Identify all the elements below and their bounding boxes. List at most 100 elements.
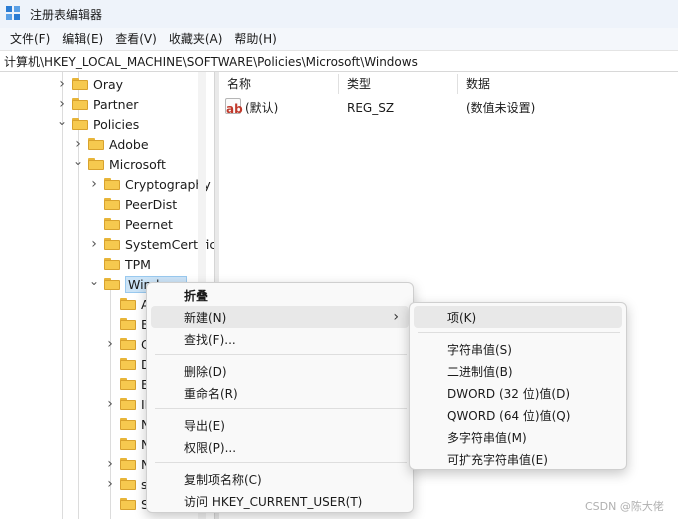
value-type: REG_SZ [347,101,395,115]
tree-node[interactable]: N [104,434,150,454]
menu-separator [418,332,620,333]
folder-icon [120,418,136,430]
folder-icon [120,398,136,410]
menu-edit[interactable]: 编辑(E) [56,28,109,50]
chevron-right-icon[interactable]: › [56,96,68,112]
title-bar: 注册表编辑器 [0,0,678,28]
folder-icon [104,218,120,230]
chevron-right-icon[interactable]: › [104,456,116,472]
submenu-item[interactable]: 多字符串值(M) [414,426,622,448]
context-menu-item[interactable]: 重命名(R) [151,382,409,404]
context-menu-item-label: 复制项名称(C) [184,472,262,487]
tree-node[interactable]: ⌄ Microsoft [72,154,166,174]
string-value-icon: ab [225,98,243,116]
context-menu-item-label: 访问 HKEY_CURRENT_USER(T) [184,494,363,509]
context-menu-item[interactable]: 访问 HKEY_CURRENT_USER(T) [151,490,409,512]
folder-icon [104,238,120,250]
tree-node[interactable]: ⌄ Policies [56,114,139,134]
context-menu-item[interactable]: 导出(E) [151,414,409,436]
folder-icon [104,198,120,210]
submenu-item[interactable]: 项(K) [414,306,622,328]
chevron-right-icon[interactable]: › [88,236,100,252]
tree-node[interactable]: › Cryptography [88,174,211,194]
submenu-item[interactable]: QWORD (64 位)值(Q) [414,404,622,426]
chevron-down-icon[interactable]: ⌄ [72,154,84,168]
tree-node[interactable]: B [104,314,150,334]
column-header-type[interactable]: 类型 [339,72,459,96]
tree-node[interactable]: N [104,414,150,434]
context-menu-item-label: 删除(D) [184,364,227,379]
tree-node[interactable]: TPM [88,254,151,274]
chevron-down-icon[interactable]: ⌄ [88,274,100,288]
folder-icon [88,158,104,170]
submenu-item[interactable]: 二进制值(B) [414,360,622,382]
folder-icon [72,118,88,130]
tree-node-label: Adobe [109,136,149,152]
tree-node-label: Microsoft [109,156,166,172]
chevron-right-icon[interactable]: › [104,476,116,492]
folder-icon [120,378,136,390]
context-menu: 折叠新建(N) › 查找(F)... 删除(D) 重命名(R) 导出(E) 权限(P)...… [146,282,414,513]
menu-favorites[interactable]: 收藏夹(A) [163,28,229,50]
folder-icon [120,298,136,310]
context-menu-item[interactable]: 新建(N) › [151,306,409,328]
chevron-right-icon[interactable]: › [56,76,68,92]
chevron-right-icon[interactable]: › [104,336,116,352]
folder-icon [88,138,104,150]
folder-icon [120,498,136,510]
submenu-item-label: 字符串值(S) [447,342,512,357]
menu-separator [155,462,407,463]
submenu-item[interactable]: DWORD (32 位)值(D) [414,382,622,404]
folder-icon [72,98,88,110]
submenu-item-label: 项(K) [447,310,477,325]
tree-node[interactable]: A [104,294,150,314]
tree-node-label: Partner [93,96,139,112]
tree-node[interactable]: › Adobe [72,134,149,154]
tree-node[interactable]: Peernet [88,214,173,234]
context-menu-item-label: 新建(N) [184,310,227,325]
submenu-item-label: QWORD (64 位)值(Q) [447,408,571,423]
menu-view[interactable]: 查看(V) [109,28,163,50]
column-header-data[interactable]: 数据 [458,72,658,96]
tree-node-label: TPM [125,256,151,272]
tree-node[interactable]: D [104,354,151,374]
tree-node[interactable]: ›N [104,454,150,474]
address-bar[interactable]: 计算机\HKEY_LOCAL_MACHINE\SOFTWARE\Policies… [0,50,678,72]
chevron-right-icon: › [393,309,399,325]
list-row[interactable]: ab (默认) REG_SZ (数值未设置) [219,98,678,118]
tree-node[interactable]: ›IP [104,394,152,414]
folder-icon [104,178,120,190]
context-menu-item[interactable]: 查找(F)... [151,328,409,350]
tree-node[interactable]: ›SystemCertificates [88,234,214,254]
value-data: (数值未设置) [466,101,536,115]
tree-node[interactable]: › Partner [56,94,138,114]
chevron-right-icon[interactable]: › [88,176,100,192]
submenu-item[interactable]: 字符串值(S) [414,338,622,360]
context-menu-item[interactable]: 折叠 [151,284,409,306]
regedit-icon [6,6,22,22]
tree-node[interactable]: E [104,374,149,394]
column-header-name[interactable]: 名称 [219,72,339,96]
context-menu-item-label: 重命名(R) [184,386,238,401]
tree-node[interactable]: PeerDist [88,194,177,214]
menu-bar: 文件(F) 编辑(E) 查看(V) 收藏夹(A) 帮助(H) [0,28,678,50]
submenu-item[interactable]: 可扩充字符串值(E) [414,448,622,470]
context-menu-item[interactable]: 删除(D) [151,360,409,382]
context-menu-item-label: 导出(E) [184,418,225,433]
menu-file[interactable]: 文件(F) [4,28,56,50]
context-menu-item[interactable]: 复制项名称(C) [151,468,409,490]
folder-icon [120,478,136,490]
folder-icon [120,358,136,370]
chevron-down-icon[interactable]: ⌄ [56,114,68,128]
menu-help[interactable]: 帮助(H) [228,28,282,50]
tree-node[interactable]: › Oray [56,74,123,94]
chevron-right-icon[interactable]: › [104,396,116,412]
folder-icon [104,258,120,270]
context-menu-item-label: 折叠 [184,288,209,303]
submenu-item-label: 可扩充字符串值(E) [447,452,548,467]
context-menu-item[interactable]: 权限(P)... [151,436,409,458]
submenu-item-label: DWORD (32 位)值(D) [447,386,570,401]
submenu-item-label: 多字符串值(M) [447,430,527,445]
tree-node[interactable]: ›C [104,334,150,354]
chevron-right-icon[interactable]: › [72,136,84,152]
